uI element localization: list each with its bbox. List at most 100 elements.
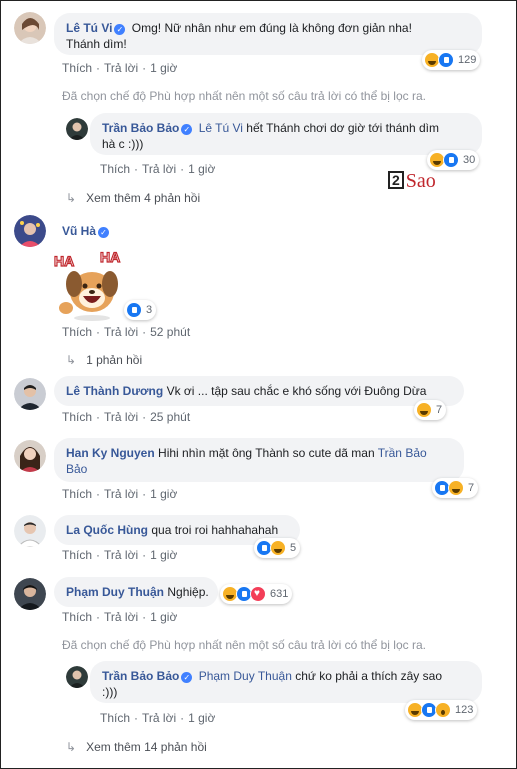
reaction-count: 123 <box>455 704 474 716</box>
watermark-logo: 2 Sao <box>388 170 436 193</box>
comment-time[interactable]: 1 giờ <box>188 711 215 725</box>
like-link[interactable]: Thích <box>62 325 92 339</box>
reaction-count: 5 <box>290 542 297 554</box>
comment-text-line2: :))) <box>102 685 118 699</box>
reaction-summary[interactable]: 7 <box>414 400 447 420</box>
comment-text-line2: Thánh dìm! <box>66 37 127 51</box>
like-link[interactable]: Thích <box>62 61 92 75</box>
svg-text:HA: HA <box>100 249 120 265</box>
avatar[interactable] <box>14 578 46 610</box>
comment-time[interactable]: 52 phút <box>150 325 190 339</box>
like-link[interactable]: Thích <box>62 610 92 624</box>
reply-link[interactable]: Trả lời <box>104 410 138 424</box>
comment-text: Nghiệp. <box>167 585 209 599</box>
avatar[interactable] <box>14 378 46 410</box>
reaction-summary[interactable]: 5 <box>254 538 301 558</box>
reaction-count: 631 <box>270 588 289 600</box>
avatar[interactable] <box>14 12 46 44</box>
avatar[interactable] <box>14 515 46 547</box>
comment-time[interactable]: 1 giờ <box>150 61 177 75</box>
reaction-count: 7 <box>436 404 443 416</box>
reaction-summary[interactable]: 30 <box>427 150 480 170</box>
reply-link[interactable]: Trả lời <box>104 610 138 624</box>
verified-badge-icon: ✓ <box>181 124 193 135</box>
reaction-summary[interactable]: 3 <box>124 300 157 320</box>
haha-reaction-icon <box>448 480 464 496</box>
comment-actions: Thích · Trả lời · 1 giờ <box>62 487 178 501</box>
comment-actions: Thích · Trả lời · 1 giờ <box>62 610 178 624</box>
comment-time[interactable]: 25 phút <box>150 410 190 424</box>
comment-author[interactable]: Lê Tú Vi <box>66 21 112 35</box>
mention-link[interactable]: Lê Tú Vi <box>199 121 243 135</box>
like-reaction-icon <box>443 152 459 168</box>
comment-text: Hihi nhìn mặt ông Thành so cute dã man <box>158 446 375 460</box>
comment-time[interactable]: 1 giờ <box>150 610 177 624</box>
verified-badge-icon: ✓ <box>98 227 110 238</box>
comment-bubble: Phạm Duy Thuận Nghiệp. <box>54 577 218 607</box>
reaction-summary[interactable]: 631 <box>220 584 293 604</box>
comment-author[interactable]: La Quốc Hùng <box>66 523 148 537</box>
reply-link[interactable]: Trả lời <box>142 711 176 725</box>
reply-arrow-icon: ↳ <box>66 191 77 205</box>
reaction-count: 129 <box>458 54 477 66</box>
avatar[interactable] <box>14 440 46 472</box>
like-link[interactable]: Thích <box>62 487 92 501</box>
reply-bubble: Trần Bảo Bảo ✓ Lê Tú Vi hết Thánh chơi dơ… <box>90 113 482 155</box>
reply-actions: Thích · Trả lời · 1 giờ <box>100 711 216 725</box>
like-link[interactable]: Thích <box>100 162 130 176</box>
view-replies[interactable]: ↳ 1 phản hồi <box>66 353 142 367</box>
comment-bubble: Han Ky Nguyen Hihi nhìn mặt ông Thành so… <box>54 438 464 482</box>
filter-notice: Đã chọn chế độ Phù hợp nhất nên một số c… <box>62 89 426 103</box>
comment-actions: Thích · Trả lời · 1 giờ <box>62 61 178 75</box>
verified-badge-icon: ✓ <box>114 24 126 35</box>
mention-link-line2[interactable]: Bảo <box>66 462 87 476</box>
reply-arrow-icon: ↳ <box>66 740 77 754</box>
reply-link[interactable]: Trả lời <box>104 487 138 501</box>
svg-text:HA: HA <box>54 253 74 269</box>
comment-actions: Thích · Trả lời · 1 giờ <box>62 548 178 562</box>
wow-reaction-icon <box>435 702 451 718</box>
mention-link[interactable]: Phạm Duy Thuận <box>199 669 292 683</box>
comment-time[interactable]: 1 giờ <box>150 487 177 501</box>
comment-text: hết Thánh chơi dơ giờ tới thánh dìm <box>242 121 439 135</box>
comment-bubble: Lê Tú Vi ✓ Omg! Nữ nhân như em đúng là kh… <box>54 13 482 55</box>
reply-link[interactable]: Trả lời <box>104 325 138 339</box>
like-link[interactable]: Thích <box>100 711 130 725</box>
haha-reaction-icon <box>416 402 432 418</box>
view-more-replies[interactable]: ↳ Xem thêm 14 phản hồi <box>66 740 207 754</box>
comment-actions: Thích · Trả lời · 52 phút <box>62 325 191 339</box>
comment-author[interactable]: Lê Thành Dương <box>66 384 163 398</box>
reaction-summary[interactable]: 129 <box>422 50 481 70</box>
verified-badge-icon: ✓ <box>181 672 193 683</box>
comment-author[interactable]: Phạm Duy Thuận <box>66 585 164 599</box>
comment-author[interactable]: Han Ky Nguyen <box>66 446 155 460</box>
comment-author[interactable]: Trần Bảo Bảo <box>102 121 179 135</box>
comment-time[interactable]: 1 giờ <box>188 162 215 176</box>
comment-text: Omg! Nữ nhân như em đúng là không đơn gi… <box>131 21 412 35</box>
avatar[interactable] <box>66 118 88 140</box>
reaction-count: 30 <box>463 154 476 166</box>
comment-text: Vk ơi ... tập sau chắc e khó sống với Đu… <box>166 384 427 398</box>
mention-link[interactable]: Trần Bảo <box>378 446 427 460</box>
like-link[interactable]: Thích <box>62 410 92 424</box>
comment-author[interactable]: Trần Bảo Bảo <box>102 669 179 683</box>
comment-text-line2: hà c :))) <box>102 137 144 151</box>
reaction-count: 3 <box>146 304 153 316</box>
like-link[interactable]: Thích <box>62 548 92 562</box>
like-reaction-icon <box>126 302 142 318</box>
reply-arrow-icon: ↳ <box>66 353 77 367</box>
reply-link[interactable]: Trả lời <box>104 548 138 562</box>
avatar[interactable] <box>66 666 88 688</box>
comment-author[interactable]: Vũ Hà <box>62 224 96 238</box>
like-reaction-icon <box>438 52 454 68</box>
reply-link[interactable]: Trả lời <box>142 162 176 176</box>
comment-text: qua troi roi hahhahahah <box>151 523 279 537</box>
reaction-summary[interactable]: 123 <box>405 700 478 720</box>
reaction-summary[interactable]: 7 <box>432 478 479 498</box>
reply-link[interactable]: Trả lời <box>104 61 138 75</box>
comment-actions: Thích · Trả lời · 25 phút <box>62 410 191 424</box>
view-more-replies[interactable]: ↳ Xem thêm 4 phản hồi <box>66 191 200 205</box>
haha-dog-sticker: HA HA <box>52 248 126 322</box>
comment-time[interactable]: 1 giờ <box>150 548 177 562</box>
avatar[interactable] <box>14 215 46 247</box>
